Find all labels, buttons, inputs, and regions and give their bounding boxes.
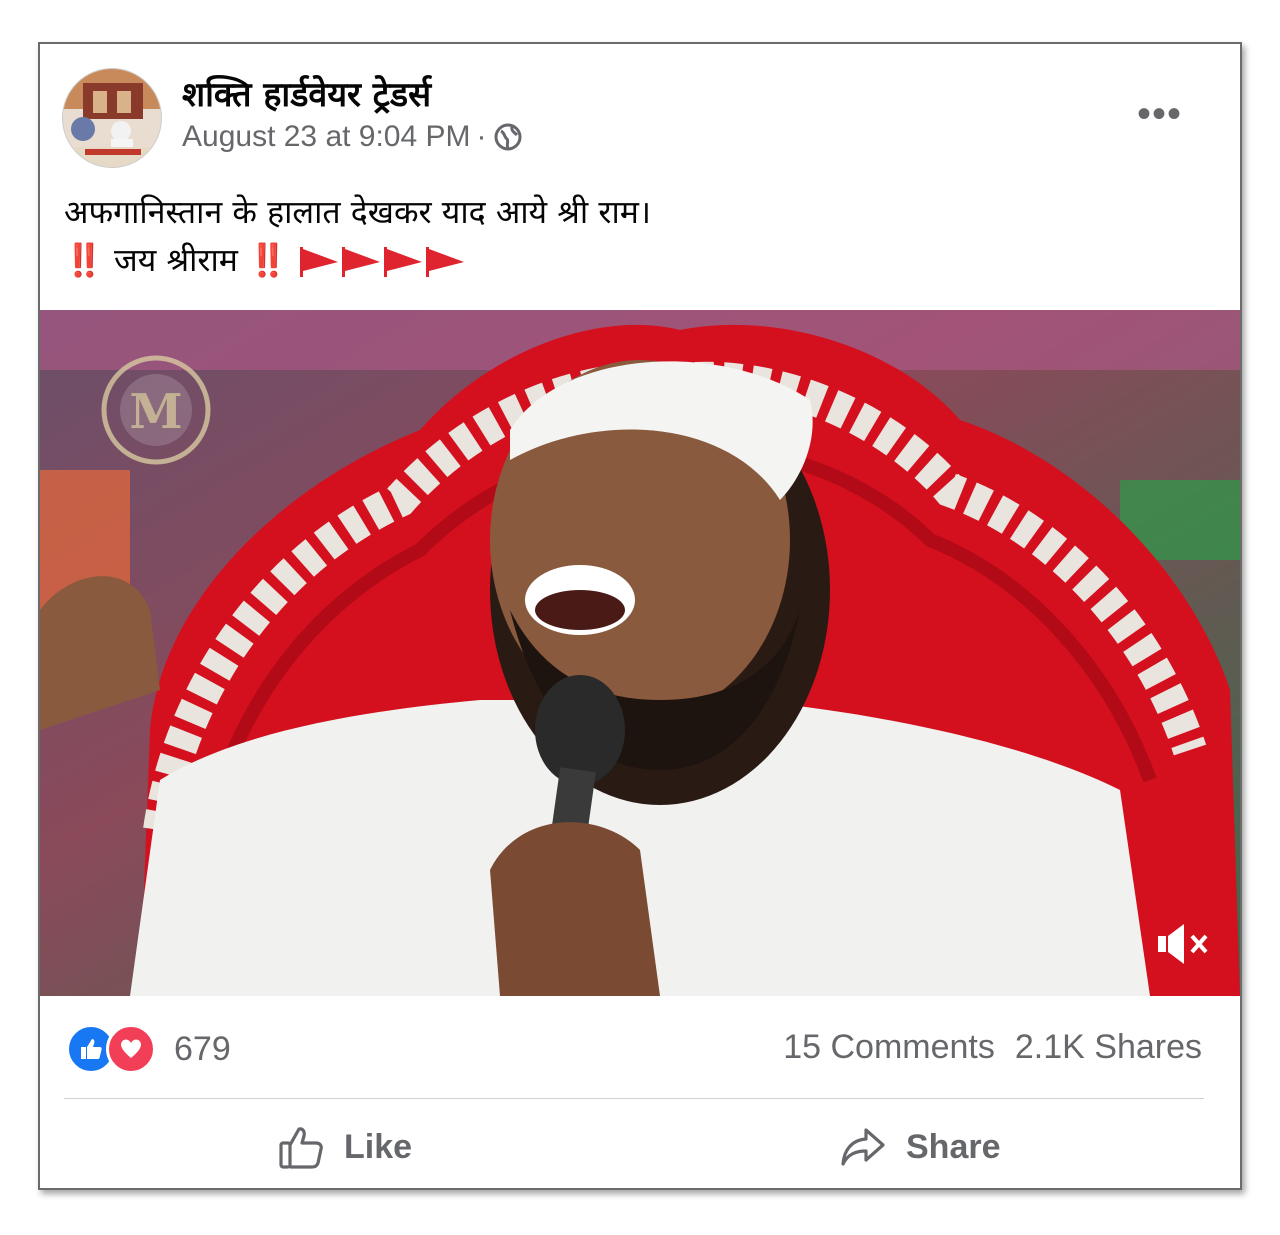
post-timestamp[interactable]: August 23 at 9:04 PM (182, 120, 471, 154)
video-player[interactable]: M (40, 310, 1240, 996)
engagement-stats: 15 Comments 2.1K Shares (783, 1028, 1202, 1067)
shares-count[interactable]: 2.1K Shares (1015, 1028, 1202, 1067)
page-name[interactable]: शक्ति हार्डवेयर ट्रेडर्स (182, 70, 431, 116)
post-text-line2: ‼️ जय श्रीराम ‼️ (64, 236, 651, 284)
share-arrow-icon (841, 1128, 885, 1166)
page-avatar[interactable] (62, 68, 162, 168)
video-frame: M (40, 310, 1240, 996)
comments-count[interactable]: 15 Comments (783, 1028, 995, 1067)
love-icon (106, 1024, 156, 1074)
double-exclamation-emoji: ‼️ (64, 241, 104, 279)
globe-icon (494, 123, 522, 151)
meta-separator: · (476, 120, 487, 153)
actions-divider (64, 1098, 1204, 1099)
like-label: Like (344, 1127, 413, 1166)
jai-shriram-text: जय श्रीराम (114, 241, 238, 279)
post-meta: August 23 at 9:04 PM · (182, 120, 523, 154)
reaction-count: 679 (174, 1029, 231, 1068)
reactions-summary[interactable]: 679 (66, 1024, 231, 1074)
facebook-post-card: शक्ति हार्डवेयर ट्रेडर्स August 23 at 9:… (38, 42, 1242, 1190)
thumbs-up-icon (279, 1127, 323, 1169)
flag-emojis (298, 245, 468, 279)
post-text: अफगानिस्तान के हालात देखकर याद आये श्री … (64, 188, 651, 284)
more-options-button[interactable]: ••• (1137, 94, 1182, 134)
share-label: Share (906, 1127, 1001, 1166)
svg-text:M: M (129, 384, 182, 440)
post-text-line1: अफगानिस्तान के हालात देखकर याद आये श्री … (64, 193, 652, 231)
like-button[interactable]: Like (278, 1124, 412, 1170)
double-exclamation-emoji-2: ‼️ (248, 241, 288, 279)
speaker-muted-icon[interactable] (1156, 922, 1212, 966)
share-button[interactable]: Share (840, 1124, 1001, 1170)
